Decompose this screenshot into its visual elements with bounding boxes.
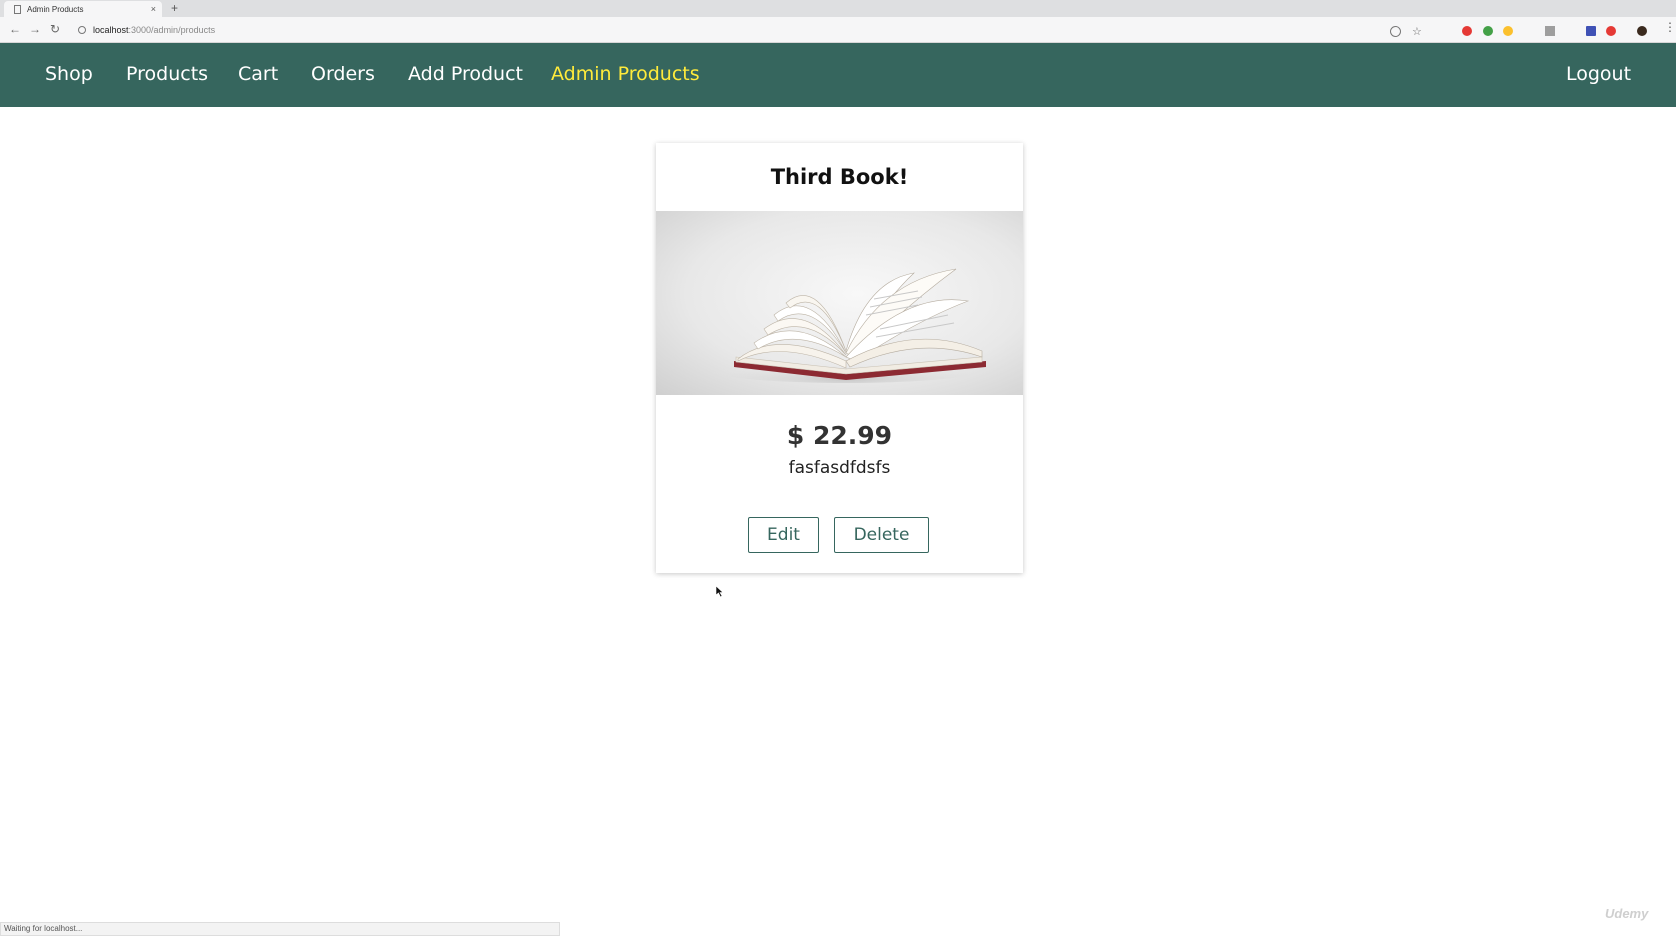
- info-icon[interactable]: [78, 25, 86, 34]
- back-icon[interactable]: ←: [9, 21, 21, 37]
- extension-icon[interactable]: [1503, 26, 1513, 36]
- browser-tab[interactable]: Admin Products ×: [4, 1, 162, 17]
- forward-icon[interactable]: →: [29, 21, 41, 37]
- browser-toolbar: ← → ↻ localhost:3000/admin/products ⋮: [0, 17, 1676, 43]
- product-description: fasfasdfdsfs: [788, 458, 891, 478]
- url-text: localhost:3000/admin/products: [93, 25, 215, 35]
- new-tab-button[interactable]: +: [171, 0, 178, 17]
- product-image: [656, 211, 1023, 395]
- watermark-logo: Udemy: [1605, 906, 1649, 921]
- reload-icon[interactable]: ↻: [50, 21, 60, 37]
- mouse-cursor-icon: [716, 586, 724, 597]
- nav-add-product[interactable]: Add Product: [408, 63, 523, 85]
- product-title: Third Book!: [770, 165, 909, 189]
- address-bar[interactable]: localhost:3000/admin/products: [72, 21, 1392, 38]
- extension-icon[interactable]: [1606, 26, 1616, 36]
- extension-icon[interactable]: [1462, 26, 1472, 36]
- filter-icon[interactable]: [1545, 26, 1555, 36]
- nav-cart[interactable]: Cart: [238, 63, 278, 85]
- extension-icon[interactable]: [1483, 26, 1493, 36]
- extension-icon[interactable]: [1586, 26, 1596, 36]
- open-book-image: [706, 268, 986, 383]
- status-bar: Waiting for localhost...: [0, 922, 560, 936]
- browser-menu-icon[interactable]: ⋮: [1664, 20, 1676, 34]
- main-navbar: Shop Products Cart Orders Add Product Ad…: [0, 43, 1676, 107]
- nav-orders[interactable]: Orders: [311, 63, 375, 85]
- nav-admin-products[interactable]: Admin Products: [551, 63, 700, 85]
- url-host: localhost: [93, 24, 129, 35]
- delete-button[interactable]: Delete: [834, 517, 929, 553]
- product-card: Third Book! $ 22.99 fasfasdfdsfs Edit De…: [656, 143, 1023, 573]
- nav-products[interactable]: Products: [126, 63, 208, 85]
- avatar[interactable]: [1637, 26, 1647, 36]
- edit-button[interactable]: Edit: [748, 517, 819, 553]
- tab-close-icon[interactable]: ×: [151, 4, 156, 14]
- tab-title: Admin Products: [27, 4, 84, 14]
- page-icon: [14, 4, 21, 14]
- zoom-icon[interactable]: [1390, 26, 1401, 37]
- logout-button[interactable]: Logout: [1566, 63, 1631, 85]
- star-icon[interactable]: ☆: [1412, 25, 1422, 38]
- nav-shop[interactable]: Shop: [45, 63, 93, 85]
- url-path: :3000/admin/products: [128, 24, 216, 35]
- browser-tab-strip: Admin Products × +: [0, 0, 1676, 17]
- product-price: $ 22.99: [786, 421, 893, 450]
